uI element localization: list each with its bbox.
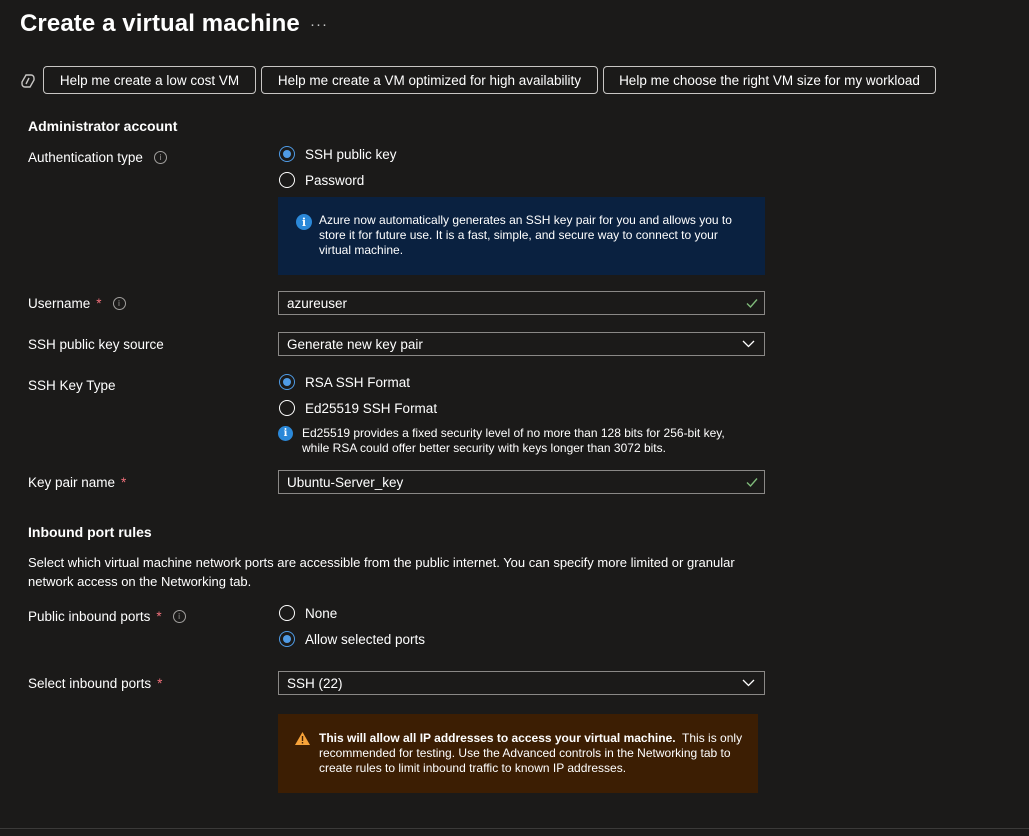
auth-type-label: Authentication type i (28, 150, 167, 165)
auth-type-option-label: SSH public key (305, 146, 397, 162)
username-input[interactable] (287, 295, 727, 311)
info-icon[interactable]: i (112, 297, 126, 310)
username-field[interactable] (278, 291, 765, 315)
chevron-down-icon (742, 679, 755, 687)
auth-type-password-radio[interactable]: Password (279, 172, 364, 188)
ssh-info-banner: i Azure now automatically generates an S… (278, 197, 765, 275)
ssh-key-source-dropdown[interactable]: Generate new key pair (278, 332, 765, 356)
radio-unselected-icon[interactable] (279, 172, 295, 188)
copilot-high-availability-button[interactable]: Help me create a VM optimized for high a… (261, 66, 598, 94)
inbound-rules-description-line: Select which virtual machine network por… (28, 555, 735, 570)
more-options-button[interactable]: ··· (310, 16, 328, 33)
copilot-low-cost-vm-button[interactable]: Help me create a low cost VM (43, 66, 256, 94)
copilot-icon (21, 74, 35, 88)
auth-type-label-text: Authentication type (28, 150, 143, 165)
warning-icon (295, 732, 310, 745)
admin-account-heading: Administrator account (28, 118, 178, 134)
public-ports-option-label: None (305, 605, 338, 621)
key-pair-name-input[interactable] (287, 474, 727, 490)
required-marker: * (121, 475, 127, 490)
copilot-vm-size-button[interactable]: Help me choose the right VM size for my … (603, 66, 936, 94)
username-label: Username * i (28, 296, 126, 311)
inbound-warning-banner: This will allow all IP addresses to acce… (278, 714, 758, 793)
select-ports-label: Select inbound ports * (28, 676, 162, 691)
page-title: Create a virtual machine (20, 10, 300, 37)
info-filled-icon: i (296, 214, 312, 230)
radio-unselected-icon[interactable] (279, 605, 295, 621)
ssh-key-source-label: SSH public key source (28, 337, 164, 352)
ssh-key-source-label-text: SSH public key source (28, 337, 164, 352)
key-pair-name-label: Key pair name * (28, 475, 126, 490)
info-filled-icon: i (278, 426, 293, 441)
key-pair-name-label-text: Key pair name (28, 475, 116, 490)
ssh-key-type-ed25519-radio[interactable]: Ed25519 SSH Format (279, 400, 437, 416)
copilot-low-cost-vm-label: Help me create a low cost VM (59, 72, 240, 88)
radio-selected-icon[interactable] (279, 146, 295, 162)
public-ports-label-text: Public inbound ports (28, 609, 151, 624)
radio-selected-icon[interactable] (279, 631, 295, 647)
username-label-text: Username (28, 296, 91, 311)
divider (0, 828, 1029, 829)
radio-selected-icon[interactable] (279, 374, 295, 390)
ssh-key-type-option-label: RSA SSH Format (305, 374, 411, 390)
checkmark-icon (746, 299, 758, 309)
copilot-high-availability-label: Help me create a VM optimized for high a… (277, 72, 582, 88)
ssh-key-type-info-line: while RSA could offer better security wi… (302, 441, 666, 455)
public-ports-label: Public inbound ports * i (28, 609, 186, 624)
key-pair-name-field[interactable] (278, 470, 765, 494)
warning-bold-text: This will allow all IP addresses to acce… (319, 731, 676, 745)
required-marker: * (156, 609, 162, 624)
ssh-key-type-label: SSH Key Type (28, 378, 116, 393)
ssh-key-type-info-line: Ed25519 provides a fixed security level … (302, 426, 725, 440)
radio-unselected-icon[interactable] (279, 400, 295, 416)
select-ports-value: SSH (22) (287, 675, 343, 691)
public-ports-allow-radio[interactable]: Allow selected ports (279, 631, 425, 647)
ssh-key-type-label-text: SSH Key Type (28, 378, 116, 393)
select-ports-label-text: Select inbound ports (28, 676, 152, 691)
ssh-info-text: Azure now automatically generates an SSH… (319, 213, 732, 257)
inbound-rules-description: Select which virtual machine network por… (28, 553, 735, 591)
ssh-key-type-rsa-radio[interactable]: RSA SSH Format (279, 374, 410, 390)
inbound-rules-description-line: network access on the Networking tab. (28, 574, 252, 589)
ssh-key-type-option-label: Ed25519 SSH Format (305, 400, 438, 416)
checkmark-icon (746, 478, 758, 488)
required-marker: * (157, 676, 163, 691)
auth-type-option-label: Password (305, 172, 365, 188)
public-ports-none-radio[interactable]: None (279, 605, 337, 621)
ssh-key-type-info: Ed25519 provides a fixed security level … (302, 426, 725, 456)
chevron-down-icon (742, 340, 755, 348)
copilot-vm-size-label: Help me choose the right VM size for my … (619, 72, 920, 88)
auth-type-ssh-radio[interactable]: SSH public key (279, 146, 397, 162)
required-marker: * (96, 296, 102, 311)
ssh-key-source-value: Generate new key pair (287, 336, 423, 352)
select-ports-dropdown[interactable]: SSH (22) (278, 671, 765, 695)
info-icon[interactable]: i (172, 610, 186, 623)
inbound-rules-heading: Inbound port rules (28, 524, 152, 540)
info-icon[interactable]: i (153, 151, 167, 164)
public-ports-option-label: Allow selected ports (305, 631, 426, 647)
